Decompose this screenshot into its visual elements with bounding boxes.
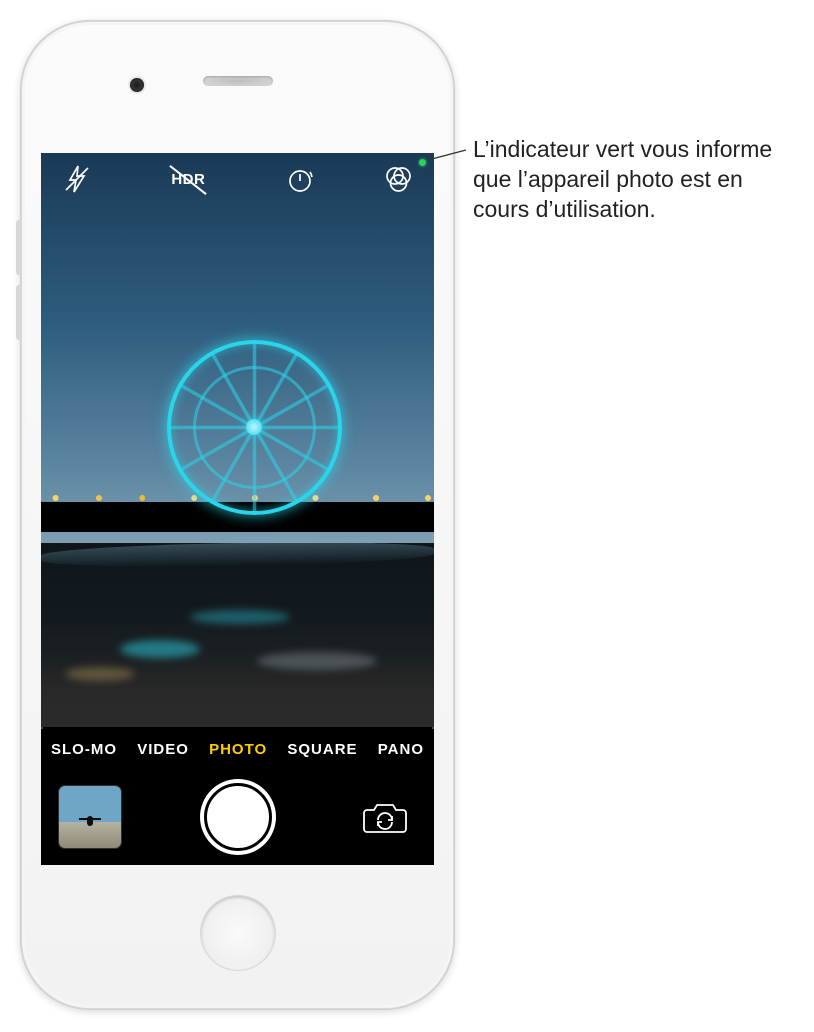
device-frame: HDR bbox=[20, 20, 455, 1010]
mode-pano[interactable]: PANO bbox=[374, 737, 428, 762]
switch-camera-button[interactable] bbox=[354, 786, 416, 848]
scene-water bbox=[41, 543, 434, 727]
reflection-glow bbox=[257, 652, 377, 670]
front-camera-lens bbox=[130, 78, 144, 92]
timer-button[interactable] bbox=[274, 157, 326, 201]
last-photo-thumbnail[interactable] bbox=[59, 786, 121, 848]
bottom-controls-bar bbox=[41, 769, 434, 865]
hdr-toggle-button[interactable]: HDR bbox=[149, 157, 227, 201]
timer-icon bbox=[285, 164, 315, 194]
top-controls-bar: HDR bbox=[41, 153, 434, 205]
switch-camera-icon bbox=[362, 799, 408, 835]
volume-down-button[interactable] bbox=[16, 285, 22, 340]
shutter-button[interactable] bbox=[200, 779, 276, 855]
mode-photo[interactable]: PHOTO bbox=[205, 737, 271, 762]
filters-button[interactable] bbox=[372, 157, 424, 201]
filters-icon bbox=[382, 164, 414, 194]
camera-in-use-indicator bbox=[419, 159, 426, 166]
callout-text: L’indicateur vert vous informe que l’app… bbox=[473, 135, 793, 225]
flash-toggle-button[interactable] bbox=[51, 157, 103, 201]
mode-square[interactable]: SQUARE bbox=[283, 737, 361, 762]
reflection-glow bbox=[190, 610, 290, 624]
mode-video[interactable]: VIDEO bbox=[133, 737, 193, 762]
mode-slo-mo[interactable]: SLO-MO bbox=[47, 737, 121, 762]
flash-off-icon bbox=[62, 164, 92, 194]
mode-selector[interactable]: SLO-MO VIDEO PHOTO SQUARE PANO bbox=[41, 729, 434, 769]
home-button[interactable] bbox=[201, 896, 275, 970]
camera-viewfinder[interactable]: HDR bbox=[41, 153, 434, 727]
earpiece-speaker bbox=[203, 76, 273, 86]
reflection-glow bbox=[65, 667, 135, 681]
reflection-glow bbox=[120, 640, 200, 658]
volume-up-button[interactable] bbox=[16, 220, 22, 275]
screen: HDR bbox=[41, 153, 434, 865]
scene-ferris-wheel bbox=[167, 340, 342, 515]
hdr-off-icon: HDR bbox=[171, 171, 205, 188]
